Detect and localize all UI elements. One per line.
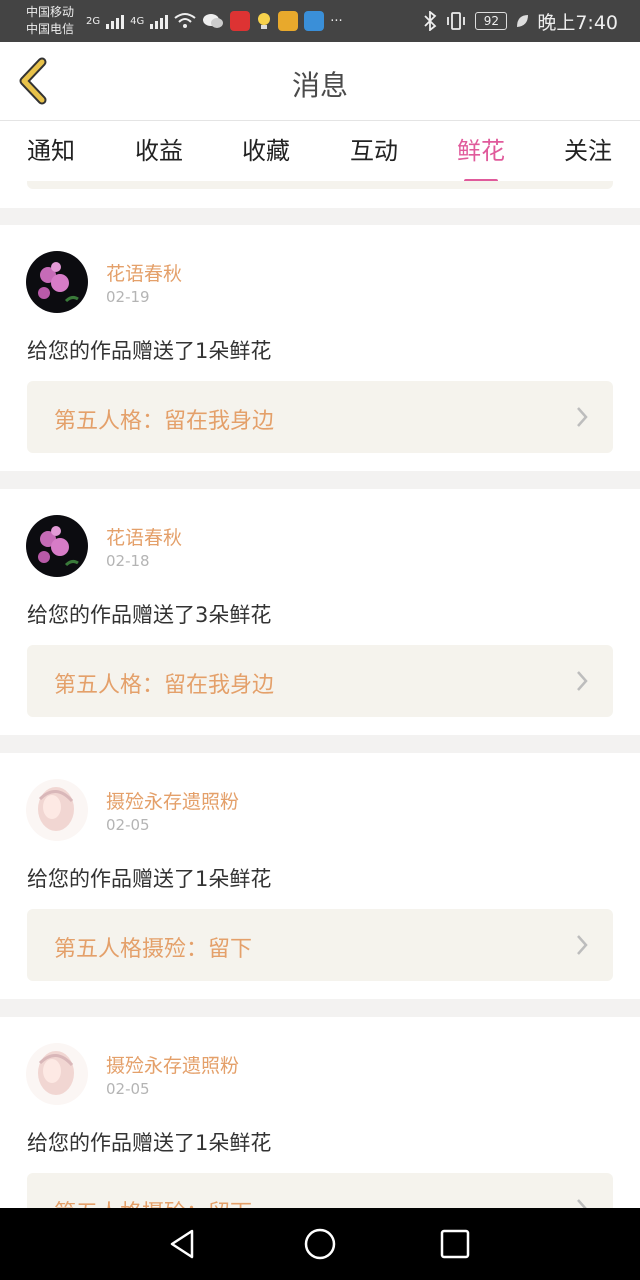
music-app-icon xyxy=(230,11,251,31)
home-circle-icon[interactable] xyxy=(302,1226,338,1262)
message-text: 给您的作品赠送了3朵鲜花 xyxy=(27,603,272,627)
back-triangle-icon[interactable] xyxy=(164,1226,200,1262)
carrier-2: 中国电信 xyxy=(26,22,75,36)
avatar[interactable] xyxy=(26,779,88,841)
signal-icon xyxy=(106,13,125,29)
message-date: 02-19 xyxy=(106,288,150,306)
chevron-right-icon xyxy=(577,1199,587,1208)
bulb-icon xyxy=(258,13,271,29)
work-title: 第五人格：留在我身边 xyxy=(54,673,275,698)
work-link[interactable]: 第五人格摄殓：留下 xyxy=(27,1173,613,1208)
sender-name[interactable]: 花语春秋 xyxy=(106,259,182,286)
wifi-icon xyxy=(174,13,196,28)
tab-label: 通知 xyxy=(27,137,75,165)
tab-label: 收益 xyxy=(135,137,183,165)
hotspot-icon xyxy=(304,11,325,31)
chevron-right-icon xyxy=(577,935,588,955)
battery-icon: 92 xyxy=(475,12,508,30)
tab-label: 关注 xyxy=(564,137,612,165)
tab-label: 鲜花 xyxy=(457,137,505,165)
tab-follows[interactable]: 关注 xyxy=(543,131,633,181)
tab-bar: 通知 收益 收藏 互动 鲜花 关注 xyxy=(0,121,640,183)
system-nav-bar xyxy=(0,1208,640,1280)
message-card: 摄殓永存遗照粉 02-05 给您的作品赠送了1朵鲜花 第五人格摄殓：留下 xyxy=(0,1017,640,1208)
network-2g-label: 2G xyxy=(86,15,101,27)
network-4g-label: 4G xyxy=(130,15,145,27)
bluetooth-icon xyxy=(424,11,437,31)
tab-earnings[interactable]: 收益 xyxy=(114,131,204,181)
wechat-icon xyxy=(203,14,224,28)
recent-apps-icon[interactable] xyxy=(437,1226,473,1262)
tab-favorites[interactable]: 收藏 xyxy=(221,131,311,181)
sender-name[interactable]: 花语春秋 xyxy=(106,523,182,550)
message-date: 02-05 xyxy=(106,1080,150,1098)
message-card: 花语春秋 02-18 给您的作品赠送了3朵鲜花 第五人格：留在我身边 xyxy=(0,489,640,735)
chevron-right-icon xyxy=(577,407,588,427)
tab-label: 互动 xyxy=(350,137,398,165)
message-list[interactable]: 花语春秋 02-19 给您的作品赠送了1朵鲜花 第五人格：留在我身边 花语春秋 … xyxy=(0,181,640,1208)
clock-time: 晚上7:40 xyxy=(537,11,618,34)
message-text: 给您的作品赠送了1朵鲜花 xyxy=(27,1131,272,1155)
message-text: 给您的作品赠送了1朵鲜花 xyxy=(27,867,272,891)
signal-icon xyxy=(150,13,169,29)
carrier-info: 中国移动 中国电信 xyxy=(26,4,74,38)
work-link[interactable]: 第五人格：留在我身边 xyxy=(27,645,613,717)
work-link[interactable]: 第五人格摄殓：留下 xyxy=(27,909,613,981)
work-link[interactable]: 第五人格：留在我身边 xyxy=(27,381,613,453)
sender-name[interactable]: 摄殓永存遗照粉 xyxy=(106,787,239,814)
more-notifications-icon: ··· xyxy=(330,13,343,29)
sender-name[interactable]: 摄殓永存遗照粉 xyxy=(106,1051,239,1078)
message-card: 摄殓永存遗照粉 02-05 给您的作品赠送了1朵鲜花 第五人格摄殓：留下 xyxy=(0,753,640,999)
tab-notifications[interactable]: 通知 xyxy=(6,131,96,181)
work-title: 第五人格摄殓：留下 xyxy=(54,937,253,962)
status-bar: 中国移动 中国电信 2G 4G ··· 92 晚上7:40 xyxy=(0,0,640,42)
tab-flowers[interactable]: 鲜花 xyxy=(436,131,526,183)
message-card: 花语春秋 02-19 给您的作品赠送了1朵鲜花 第五人格：留在我身边 xyxy=(0,225,640,471)
header: 消息 xyxy=(0,42,640,121)
message-date: 02-05 xyxy=(106,816,150,834)
leaf-icon xyxy=(517,15,529,27)
vibrate-icon xyxy=(447,12,466,30)
status-icons-right: 92 晚上7:40 xyxy=(423,8,618,34)
chevron-right-icon xyxy=(577,671,588,691)
page-title: 消息 xyxy=(291,69,348,102)
avatar[interactable] xyxy=(26,515,88,577)
avatar[interactable] xyxy=(26,251,88,313)
avatar[interactable] xyxy=(26,1043,88,1105)
previous-card-edge xyxy=(0,181,640,208)
weibo-icon xyxy=(278,11,299,31)
status-icons-left: 2G 4G ··· xyxy=(86,10,343,32)
tab-label: 收藏 xyxy=(242,137,290,165)
work-title: 第五人格摄殓：留下 xyxy=(54,1195,252,1208)
carrier-1: 中国移动 xyxy=(26,5,75,19)
message-text: 给您的作品赠送了1朵鲜花 xyxy=(27,339,272,363)
tab-interactions[interactable]: 互动 xyxy=(329,131,419,181)
message-date: 02-18 xyxy=(106,552,150,570)
work-title: 第五人格：留在我身边 xyxy=(54,409,275,434)
